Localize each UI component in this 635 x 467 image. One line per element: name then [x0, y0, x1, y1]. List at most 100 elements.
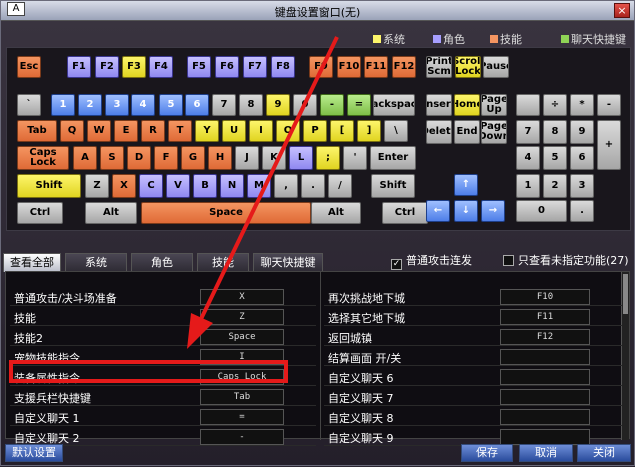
key-a-3[interactable]: D	[127, 146, 151, 170]
key-q-4[interactable]: R	[141, 120, 165, 142]
key-z-10[interactable]: /	[328, 174, 352, 198]
numpad-key-13[interactable]: 3	[570, 174, 594, 198]
option-checkbox-1[interactable]: 只查看未指定功能(27)	[503, 252, 629, 268]
numpad-key-1[interactable]: ÷	[543, 94, 567, 116]
key-a-10[interactable]: ;	[316, 146, 340, 170]
key-num-1[interactable]: 1	[51, 94, 75, 116]
list-item[interactable]: 再次挑战地下城 F10	[324, 288, 622, 306]
key-q-2[interactable]: W	[87, 120, 111, 142]
key-f10[interactable]: F10	[337, 56, 361, 78]
key-num-4[interactable]: 4	[131, 94, 155, 116]
key-nav-mid-0[interactable]: Delete	[426, 120, 452, 144]
key-sp-3[interactable]: Alt	[311, 202, 361, 224]
list-item[interactable]: 自定义聊天 7	[324, 388, 622, 406]
key-q-1[interactable]: Q	[60, 120, 84, 142]
key-a-9[interactable]: L	[289, 146, 313, 170]
checkbox-box[interactable]	[503, 255, 514, 266]
key-f1[interactable]: F1	[67, 56, 91, 78]
binding-key-field[interactable]: F12	[500, 329, 590, 345]
numpad-key-3[interactable]: -	[597, 94, 621, 116]
binding-key-field[interactable]: F11	[500, 309, 590, 325]
key-f12[interactable]: F12	[392, 56, 416, 78]
list-item[interactable]: 技能 Z	[10, 308, 316, 326]
binding-key-field[interactable]: Space	[200, 329, 284, 345]
arrow-key-1[interactable]: ←	[426, 200, 450, 222]
tab-4[interactable]: 聊天快捷键	[253, 253, 323, 272]
key-a-12[interactable]: Enter	[370, 146, 416, 170]
binding-key-field[interactable]	[500, 369, 590, 385]
key-esc[interactable]: Esc	[17, 56, 41, 78]
key-q-5[interactable]: T	[168, 120, 192, 142]
key-nav-mid-2[interactable]: Page Down	[481, 120, 507, 144]
key-sp-4[interactable]: Ctrl	[382, 202, 428, 224]
numpad-key-11[interactable]: 1	[516, 174, 540, 198]
key-num-6[interactable]: 6	[185, 94, 209, 116]
binding-key-field[interactable]: F10	[500, 289, 590, 305]
key-print-scm[interactable]: Print Scm	[426, 56, 452, 78]
key-f2[interactable]: F2	[95, 56, 119, 78]
key-z-0[interactable]: Shift	[17, 174, 81, 198]
key-q-6[interactable]: Y	[195, 120, 219, 142]
key-a-5[interactable]: G	[181, 146, 205, 170]
binding-key-field[interactable]	[500, 389, 590, 405]
list-item[interactable]: 技能2 Space	[10, 328, 316, 346]
key-num-8[interactable]: 8	[239, 94, 263, 116]
key-q-12[interactable]: ]	[357, 120, 381, 142]
binding-key-field[interactable]: X	[200, 289, 284, 305]
key-z-8[interactable]: ,	[274, 174, 298, 198]
tab-3[interactable]: 技能	[197, 253, 249, 272]
numpad-key-6[interactable]: 9	[570, 120, 594, 144]
numpad-key-10[interactable]: 6	[570, 146, 594, 170]
key-f4[interactable]: F4	[149, 56, 173, 78]
option-checkbox-0[interactable]: ✓ 普通攻击连发	[391, 252, 472, 270]
key-q-10[interactable]: P	[303, 120, 327, 142]
key-z-6[interactable]: N	[220, 174, 244, 198]
key-f8[interactable]: F8	[271, 56, 295, 78]
numpad-key-8[interactable]: 4	[516, 146, 540, 170]
key-sp-0[interactable]: Ctrl	[17, 202, 63, 224]
list-scrollbar[interactable]	[621, 272, 629, 440]
numpad-key-5[interactable]: 8	[543, 120, 567, 144]
default-settings-button[interactable]: 默认设置	[5, 444, 63, 462]
binding-key-field[interactable]: =	[200, 409, 284, 425]
key-f3[interactable]: F3	[122, 56, 146, 78]
key-nav-mid-1[interactable]: End	[454, 120, 480, 144]
numpad-key-0[interactable]	[516, 94, 540, 116]
key-f11[interactable]: F11	[364, 56, 388, 78]
key-q-8[interactable]: I	[249, 120, 273, 142]
key-z-3[interactable]: C	[139, 174, 163, 198]
key-a-2[interactable]: S	[100, 146, 124, 170]
binding-key-field[interactable]	[500, 429, 590, 445]
numpad-key-14[interactable]: 0	[516, 200, 567, 222]
list-item[interactable]: 结算画面 开/关	[324, 348, 622, 366]
list-item[interactable]: 返回城镇 F12	[324, 328, 622, 346]
key-num-11[interactable]: -	[320, 94, 344, 116]
key-f9[interactable]: F9	[309, 56, 333, 78]
key-f7[interactable]: F7	[243, 56, 267, 78]
save-button[interactable]: 保存	[461, 444, 513, 462]
key-nav-top-1[interactable]: Home	[454, 94, 480, 116]
key-a-0[interactable]: Caps Lock	[17, 146, 69, 170]
cancel-button[interactable]: 取消	[519, 444, 573, 462]
key-q-7[interactable]: U	[222, 120, 246, 142]
key-z-9[interactable]: .	[301, 174, 325, 198]
key-z-2[interactable]: X	[112, 174, 136, 198]
list-item[interactable]: 自定义聊天 8	[324, 408, 622, 426]
binding-key-field[interactable]	[500, 349, 590, 365]
list-item[interactable]: 自定义聊天 1 =	[10, 408, 316, 426]
key-a-8[interactable]: K	[262, 146, 286, 170]
key-sp-2[interactable]: Space	[141, 202, 311, 224]
key-f5[interactable]: F5	[187, 56, 211, 78]
close-icon[interactable]: ×	[614, 3, 630, 18]
numpad-key-9[interactable]: 5	[543, 146, 567, 170]
key-num-10[interactable]: 0	[293, 94, 317, 116]
key-num-12[interactable]: =	[347, 94, 371, 116]
key-num-5[interactable]: 5	[159, 94, 183, 116]
key-num-7[interactable]: 7	[212, 94, 236, 116]
numpad-key-4[interactable]: 7	[516, 120, 540, 144]
list-item[interactable]: 选择其它地下城 F11	[324, 308, 622, 326]
numpad-key-12[interactable]: 2	[543, 174, 567, 198]
key-a-1[interactable]: A	[73, 146, 97, 170]
key-nav-top-2[interactable]: Page Up	[481, 94, 507, 116]
tab-0[interactable]: 查看全部	[3, 253, 61, 272]
